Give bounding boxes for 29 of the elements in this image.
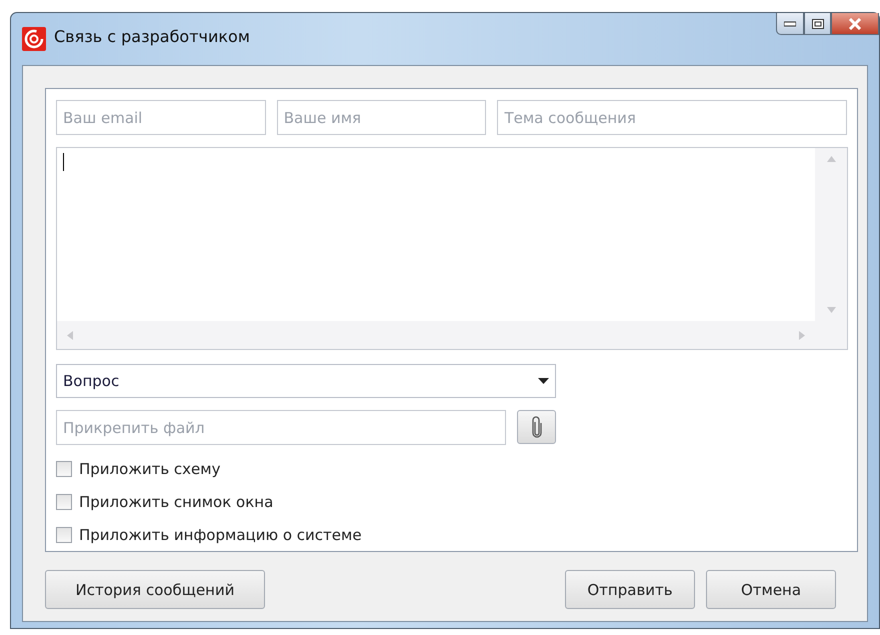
close-button[interactable] bbox=[831, 13, 879, 35]
close-icon bbox=[848, 18, 862, 30]
window-title: Связь с разработчиком bbox=[54, 27, 250, 46]
send-button[interactable]: Отправить bbox=[565, 570, 695, 609]
paperclip-icon bbox=[532, 416, 542, 438]
minimize-icon bbox=[784, 20, 796, 26]
history-button[interactable]: История сообщений bbox=[45, 570, 265, 609]
minimize-button[interactable] bbox=[776, 13, 804, 35]
email-field[interactable]: Ваш email bbox=[56, 100, 266, 135]
attach-button[interactable] bbox=[517, 410, 556, 444]
scroll-right-icon[interactable] bbox=[799, 330, 805, 340]
cancel-button[interactable]: Отмена bbox=[706, 570, 836, 609]
scroll-down-icon[interactable] bbox=[826, 307, 836, 313]
option-checkbox[interactable]: Приложить схему bbox=[56, 452, 847, 485]
option-checkbox[interactable]: Приложить снимок окна bbox=[56, 485, 847, 518]
attach-file-field[interactable]: Прикрепить файл bbox=[56, 410, 506, 445]
dropdown-caret-icon bbox=[538, 378, 549, 384]
option-checkbox[interactable]: Приложить информацию о системе bbox=[56, 518, 847, 551]
maximize-button[interactable] bbox=[804, 13, 831, 35]
horizontal-scrollbar[interactable] bbox=[57, 321, 815, 349]
app-logo-icon bbox=[22, 27, 46, 51]
restore-icon bbox=[812, 18, 824, 28]
scroll-left-icon[interactable] bbox=[67, 330, 73, 340]
subject-field[interactable]: Тема сообщения bbox=[497, 100, 847, 135]
scroll-up-icon[interactable] bbox=[826, 156, 836, 162]
category-dropdown[interactable]: Вопрос bbox=[56, 364, 556, 398]
message-field[interactable] bbox=[56, 147, 848, 350]
name-field[interactable]: Ваше имя bbox=[276, 100, 486, 135]
vertical-scrollbar[interactable] bbox=[815, 148, 847, 321]
